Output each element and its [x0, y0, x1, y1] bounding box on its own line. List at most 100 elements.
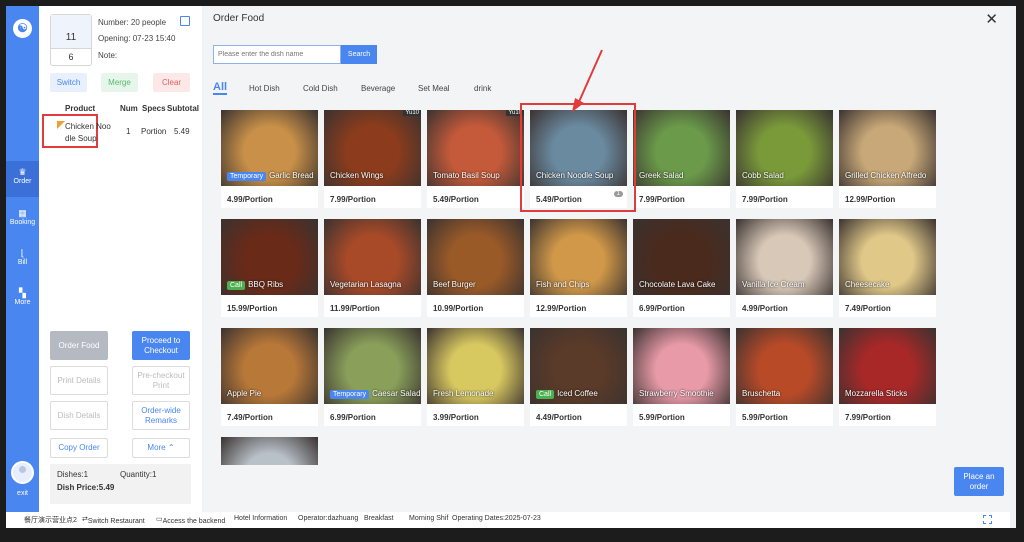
precheckout-print-button[interactable]: Pre-checkout Print — [132, 366, 190, 395]
dish-name: Cobb Salad — [742, 171, 784, 180]
dish-name-text: Greek Salad — [639, 171, 684, 180]
dish-name: Tomato Basil Soup — [433, 171, 500, 180]
dish-price: Dish Price:5.49 — [57, 483, 115, 492]
dish-price: 7.99/Portion — [639, 195, 685, 204]
dish-price: 4.99/Portion — [227, 195, 273, 204]
dish-name-text: Grilled Chicken Alfredo — [845, 171, 927, 180]
dish-image — [221, 437, 318, 465]
dish-name: Beef Burger — [433, 280, 476, 289]
restaurant-name: 餐厅演示营业点2 — [24, 517, 77, 524]
dish-details-button[interactable]: Dish Details — [50, 401, 108, 430]
dish-tag: Temporary — [227, 172, 267, 181]
dish-search-input[interactable] — [213, 45, 341, 64]
dish-card[interactable]: Greek Salad 7.99/Portion — [633, 110, 730, 208]
dish-name-text: Tomato Basil Soup — [433, 171, 500, 180]
tab-hot-dish[interactable]: Hot Dish — [249, 84, 280, 93]
proceed-checkout-button[interactable]: Proceed to Checkout — [132, 331, 190, 360]
status-bar: 餐厅演示营业点2 ⇄ Switch Restaurant ▭ Access the … — [6, 512, 1010, 528]
dish-card[interactable]: Cheesecake 7.49/Portion — [839, 219, 936, 317]
dish-card[interactable] — [221, 437, 318, 465]
tab-cold-dish[interactable]: Cold Dish — [303, 84, 338, 93]
table-card[interactable]: 11 6 — [50, 14, 92, 66]
dish-name-text: Cheesecake — [845, 280, 890, 289]
switch-button[interactable]: Switch — [50, 73, 87, 92]
dish-card[interactable]: Yu10 Tomato Basil Soup 5.49/Portion — [427, 110, 524, 208]
edit-icon[interactable] — [180, 16, 190, 26]
tab-set-meal[interactable]: Set Meal — [418, 84, 450, 93]
guest-count: 6 — [68, 52, 74, 62]
search-button[interactable]: Search — [341, 45, 377, 64]
dish-card[interactable]: Temporary Caesar Salad 6.99/Portion — [324, 328, 421, 426]
tab-all[interactable]: All — [213, 81, 228, 95]
avatar[interactable] — [11, 461, 34, 484]
order-row-product[interactable]: Chicken Noo dle Soup — [65, 121, 111, 145]
copy-order-button[interactable]: Copy Order — [50, 438, 108, 458]
dish-card[interactable]: Call BBQ Ribs 15.99/Portion — [221, 219, 318, 317]
page-title: Order Food — [213, 13, 265, 24]
dish-card[interactable]: Apple Pie 7.49/Portion — [221, 328, 318, 426]
dish-card[interactable]: Call Iced Coffee 4.49/Portion — [530, 328, 627, 426]
dish-card[interactable]: Cobb Salad 7.99/Portion — [736, 110, 833, 208]
chart-icon: ⌊ — [20, 248, 25, 258]
print-details-button[interactable]: Print Details — [50, 366, 108, 395]
opening-time: Opening: 07-23 15:40 — [98, 34, 176, 43]
table-number: 11 — [51, 15, 91, 49]
order-panel: 11 6 Number: 20 people Opening: 07-23 15… — [39, 6, 202, 512]
dish-card[interactable]: Grilled Chicken Alfredo 12.99/Portion — [839, 110, 936, 208]
orderwide-remarks-button[interactable]: Order-wide Remarks — [132, 401, 190, 430]
dish-name: Apple Pie — [227, 389, 261, 398]
scan-icon[interactable] — [983, 515, 992, 524]
dish-price: 6.99/Portion — [639, 304, 685, 313]
place-order-button[interactable]: Place an order — [954, 467, 1004, 496]
calendar-icon: ▦ — [18, 208, 27, 218]
switch-restaurant-link[interactable]: ⇄ Switch Restaurant — [82, 515, 145, 525]
dish-card[interactable]: Mozzarella Sticks 7.99/Portion — [839, 328, 936, 426]
dish-name: Chicken Wings — [330, 171, 383, 180]
rail-item-more[interactable]: ▚ More — [6, 282, 39, 318]
dish-name: Grilled Chicken Alfredo — [845, 171, 926, 180]
dish-name-text: BBQ Ribs — [248, 280, 284, 289]
dish-name-text: Cobb Salad — [742, 171, 784, 180]
clear-button[interactable]: Clear — [153, 73, 190, 92]
crown-icon: ♛ — [18, 167, 27, 177]
dish-card[interactable]: Vanilla Ice Cream 4.99/Portion — [736, 219, 833, 317]
dish-card[interactable]: Temporary Garlic Bread 4.99/Portion — [221, 110, 318, 208]
col-header-num: Num — [120, 104, 138, 113]
dish-card[interactable]: Bruschetta 5.99/Portion — [736, 328, 833, 426]
dish-price: 4.99/Portion — [742, 304, 788, 313]
rail-item-order[interactable]: ♛ Order — [6, 161, 39, 197]
dish-price: 12.99/Portion — [845, 195, 896, 204]
dish-card[interactable]: Vegetarian Lasagna 11.99/Portion — [324, 219, 421, 317]
dish-card[interactable]: Chocolate Lava Cake 6.99/Portion — [633, 219, 730, 317]
dish-card[interactable]: Yu10 Chicken Wings 7.99/Portion — [324, 110, 421, 208]
rail-item-booking[interactable]: ▦ Booking — [6, 202, 39, 238]
dish-price: 4.49/Portion — [536, 413, 582, 422]
dish-card[interactable]: Fish and Chips 12.99/Portion — [530, 219, 627, 317]
order-summary: Dishes:1 Quantity:1 Dish Price:5.49 — [50, 464, 191, 504]
dish-card[interactable]: Beef Burger 10.99/Portion — [427, 219, 524, 317]
order-food-button[interactable]: Order Food — [50, 331, 108, 360]
more-button[interactable]: More ⌃ — [132, 438, 190, 458]
dish-price: 5.99/Portion — [742, 413, 788, 422]
dish-name-text: Iced Coffee — [557, 389, 598, 398]
hotel-info-link[interactable]: Hotel Information — [234, 515, 287, 522]
dish-price: 7.99/Portion — [330, 195, 376, 204]
dish-name-text: Beef Burger — [433, 280, 476, 289]
tab-drink[interactable]: drink — [474, 84, 491, 93]
tab-beverage[interactable]: Beverage — [361, 84, 395, 93]
dish-card[interactable]: Fresh Lemonade 3.99/Portion — [427, 328, 524, 426]
dish-name: Vegetarian Lasagna — [330, 280, 401, 289]
close-icon[interactable]: ✕ — [985, 10, 998, 28]
app-window: ☯ ♛ Order ▦ Booking ⌊ Bill ▚ More exit 1… — [6, 6, 1016, 528]
meal-label: Breakfast — [364, 515, 394, 522]
dish-corner-label: Yu10 — [403, 110, 421, 116]
access-backend-link[interactable]: ▭ Access the backend — [156, 515, 225, 525]
exit-button[interactable]: exit — [6, 490, 39, 497]
dish-name-text: Vanilla Ice Cream — [742, 280, 805, 289]
dish-name: Cheesecake — [845, 280, 889, 289]
rail-item-bill[interactable]: ⌊ Bill — [6, 242, 39, 278]
col-header-specs: Specs — [142, 104, 166, 113]
dish-price: 3.99/Portion — [433, 413, 479, 422]
dish-card[interactable]: Strawberry Smoothie 5.99/Portion — [633, 328, 730, 426]
merge-button[interactable]: Merge — [101, 73, 138, 92]
